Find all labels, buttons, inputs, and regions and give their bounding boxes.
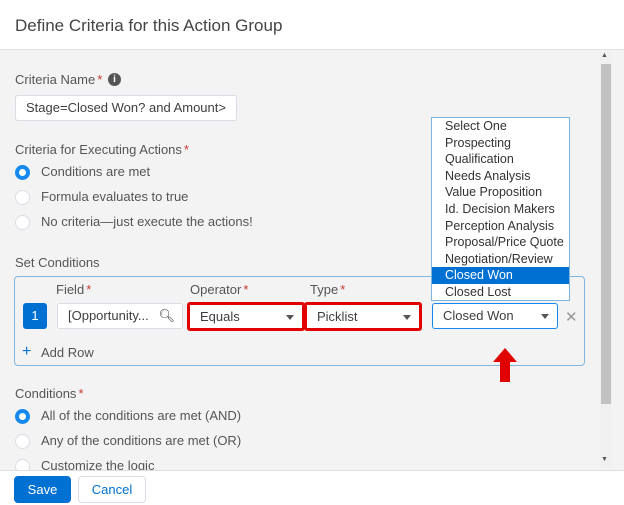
save-button[interactable]: Save — [14, 476, 71, 503]
info-icon[interactable]: i — [108, 73, 121, 86]
chevron-down-icon — [403, 315, 411, 320]
radio-label: Conditions are met — [41, 164, 151, 179]
cancel-button[interactable]: Cancel — [78, 476, 146, 503]
scrollbar[interactable]: ▲ ▼ — [600, 52, 612, 468]
plus-icon: + — [22, 343, 32, 360]
chevron-down-icon — [541, 314, 549, 319]
radio-and[interactable] — [15, 409, 30, 424]
dropdown-option[interactable]: Select One — [432, 118, 569, 135]
label-text: Conditions — [15, 386, 77, 401]
label-text: Type — [310, 282, 339, 297]
arrow-shaft — [500, 361, 510, 382]
select-value: Picklist — [317, 309, 358, 324]
label-text: Criteria for Executing Actions — [15, 142, 182, 157]
value-select[interactable]: Closed Won — [432, 303, 558, 329]
dropdown-option[interactable]: Closed Lost — [432, 284, 569, 301]
dropdown-option[interactable]: Prospecting — [432, 135, 569, 152]
executing-label: Criteria for Executing Actions * — [15, 142, 189, 157]
criteria-name-label: Criteria Name * — [15, 72, 103, 87]
dropdown-option[interactable]: Proposal/Price Quote — [432, 234, 569, 251]
dropdown-option[interactable]: Negotiation/Review — [432, 251, 569, 268]
criteria-name-input[interactable]: Stage=Closed Won? and Amount> — [15, 95, 237, 121]
value-dropdown-list: Select One Prospecting Qualification Needs … — [431, 117, 570, 301]
label-text: Operator — [190, 282, 242, 297]
radio-no-criteria[interactable] — [15, 215, 30, 230]
chevron-down-icon — [286, 315, 294, 320]
radio-conditions-met[interactable] — [15, 165, 30, 180]
radio-label: Any of the conditions are met (OR) — [41, 433, 242, 448]
radio-label: Formula evaluates to true — [41, 189, 189, 204]
add-row-button[interactable]: Add Row — [41, 345, 94, 360]
label-text: Field — [56, 282, 85, 297]
dropdown-option[interactable]: Closed Won — [432, 267, 569, 284]
field-input[interactable]: [Opportunity... 🔍︎ — [57, 303, 183, 329]
radio-label: All of the conditions are met (AND) — [41, 408, 242, 423]
dropdown-option[interactable]: Value Proposition — [432, 184, 569, 201]
scroll-up-icon[interactable]: ▲ — [601, 52, 608, 59]
radio-label: No criteria—just execute the actions! — [41, 214, 253, 229]
label-text: Criteria Name — [15, 72, 96, 87]
remove-row-icon[interactable]: ✕ — [565, 308, 578, 326]
dropdown-option[interactable]: Perception Analysis — [432, 218, 569, 235]
operator-select[interactable]: Equals — [187, 302, 305, 331]
radio-formula[interactable] — [15, 190, 30, 205]
field-label: Field * — [56, 282, 92, 297]
page-title: Define Criteria for this Action Group — [15, 16, 283, 35]
modal-footer: Save Cancel — [0, 470, 624, 505]
type-label: Type * — [310, 282, 346, 297]
dropdown-option[interactable]: Id. Decision Makers — [432, 201, 569, 218]
operator-label: Operator * — [190, 282, 249, 297]
dropdown-option[interactable]: Needs Analysis — [432, 168, 569, 185]
select-value: Closed Won — [443, 308, 514, 323]
select-value: Equals — [200, 309, 240, 324]
search-icon[interactable]: 🔍︎ — [158, 304, 175, 328]
arrow-head — [493, 348, 517, 362]
conditions-label: Conditions * — [15, 386, 84, 401]
type-select[interactable]: Picklist — [304, 302, 422, 331]
field-value: [Opportunity... — [68, 308, 149, 323]
modal-header: Define Criteria for this Action Group — [0, 0, 624, 50]
dropdown-option[interactable]: Qualification — [432, 151, 569, 168]
radio-or[interactable] — [15, 434, 30, 449]
scroll-down-icon[interactable]: ▼ — [601, 456, 608, 463]
set-conditions-label: Set Conditions — [15, 255, 100, 270]
row-number: 1 — [23, 303, 47, 329]
scrollbar-thumb[interactable] — [601, 64, 611, 404]
